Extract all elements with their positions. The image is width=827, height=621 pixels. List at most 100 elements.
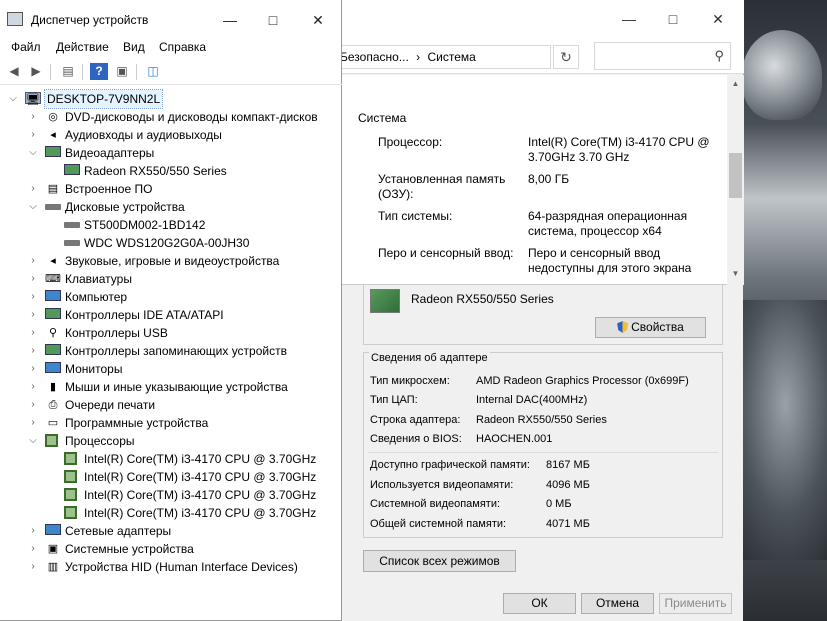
tree-item[interactable]: WDC WDS120G2G0A-00JH30 [0,234,342,252]
scrollbar-thumb[interactable] [729,153,742,198]
minimize-button[interactable]: — [214,8,246,32]
tree-item[interactable]: › ▤ Встроенное ПО [0,180,342,198]
tree-item[interactable]: › Сетевые адаптеры [0,522,342,540]
tree-item[interactable]: › Контроллеры запоминающих устройств [0,342,342,360]
expand-toggle-icon[interactable]: › [28,342,38,360]
tree-item[interactable]: › ▭ Программные устройства [0,414,342,432]
window-title: Диспетчер устройств [31,13,149,27]
group-title: Сведения об адаптере [369,352,490,364]
processor-icon [64,506,77,519]
tree-item-label: Сетевые адаптеры [65,524,172,538]
scrollbar[interactable]: ▲ ▼ [727,75,744,285]
scan-hardware-icon[interactable]: ◫ [144,63,162,80]
expand-toggle-icon[interactable]: › [28,360,38,378]
breadcrumb-system[interactable]: Система [428,50,476,64]
tree-item[interactable]: › ◎ DVD-дисководы и дисководы компакт-диск… [0,108,342,126]
close-button[interactable]: ✕ [302,8,334,32]
display-adapter-icon [64,164,80,175]
properties-button[interactable]: Свойства [595,317,706,338]
breadcrumb-separator: › [416,50,421,64]
scroll-up-icon[interactable]: ▲ [727,79,744,93]
tree-item-label: Дисковые устройства [65,200,185,214]
menu-help[interactable]: Справка [159,40,206,54]
expand-toggle-icon[interactable]: › [28,540,38,558]
collapse-toggle-icon[interactable]: ⌵ [28,144,38,162]
tree-item[interactable]: › ⚲ Контроллеры USB [0,324,342,342]
forward-icon[interactable]: ▶ [27,63,45,80]
tree-item[interactable]: › ▮ Мыши и иные указывающие устройства [0,378,342,396]
list-modes-button[interactable]: Список всех режимов [363,550,516,572]
expand-toggle-icon[interactable]: › [28,108,38,126]
expand-toggle-icon[interactable]: › [28,252,38,270]
breadcrumb-security[interactable]: Безопасно... [340,50,409,64]
tree-item[interactable]: Intel(R) Core(TM) i3-4170 CPU @ 3.70GHz [0,486,342,504]
tree-item[interactable]: Radeon RX550/550 Series [0,162,342,180]
expand-toggle-icon[interactable]: › [28,522,38,540]
tree-item[interactable]: ⌵ Процессоры [0,432,342,450]
update-driver-icon[interactable]: ▣ [113,63,131,80]
tree-item-label: Intel(R) Core(TM) i3-4170 CPU @ 3.70GHz [84,452,317,466]
tree-item[interactable]: Intel(R) Core(TM) i3-4170 CPU @ 3.70GHz [0,450,342,468]
processor-icon [64,452,77,465]
back-icon[interactable]: ◀ [5,63,23,80]
menu-view[interactable]: Вид [123,40,145,54]
tree-item[interactable]: › ▣ Системные устройства [0,540,342,558]
adapter-info-group: Сведения об адаптере Тип микросхем: AMD … [363,352,723,538]
collapse-toggle-icon[interactable]: ⌵ [28,198,38,216]
tree-item[interactable]: ⌵ Дисковые устройства [0,198,342,216]
expand-toggle-icon[interactable]: › [28,180,38,198]
tree-item[interactable]: › Контроллеры IDE ATA/ATAPI [0,306,342,324]
tree-item[interactable]: › ◂ Звуковые, игровые и видеоустройства [0,252,342,270]
system-properties-window: — □ ✕ Безопасно... › Система ↻ ⚲ Система… [330,0,744,621]
tree-item[interactable]: › ▥ Устройства HID (Human Interface Device… [0,558,342,576]
expand-toggle-icon[interactable]: › [28,270,38,288]
system-video-memory-value: 0 МБ [546,498,572,510]
close-button[interactable]: ✕ [703,8,733,30]
expand-toggle-icon[interactable]: › [28,126,38,144]
tree-item-label: Мыши и иные указывающие устройства [65,380,288,394]
properties-icon[interactable]: ▤ [59,63,77,80]
address-bar[interactable]: Безопасно... › Система [339,45,551,69]
help-icon[interactable]: ? [90,63,108,80]
expand-toggle-icon[interactable]: › [28,288,38,306]
scroll-down-icon[interactable]: ▼ [727,269,744,283]
menu-file[interactable]: Файл [11,40,41,54]
expand-toggle-icon[interactable]: › [28,414,38,432]
disk-drive-icon [45,204,61,210]
menu-action[interactable]: Действие [56,40,109,54]
tree-item[interactable]: › Мониторы [0,360,342,378]
tree-item[interactable]: ⌵ Видеоадаптеры [0,144,342,162]
apply-button[interactable]: Применить [659,593,732,614]
collapse-toggle-icon[interactable]: ⌵ [28,432,38,450]
keyboard-icon: ⌨ [45,273,61,285]
maximize-button[interactable]: □ [658,8,688,30]
tree-item-label: Intel(R) Core(TM) i3-4170 CPU @ 3.70GHz [84,470,317,484]
expand-toggle-icon[interactable]: › [28,396,38,414]
tree-item[interactable]: › Компьютер [0,288,342,306]
expand-toggle-icon[interactable]: › [28,324,38,342]
processor-icon [64,488,77,501]
hid-icon: ▥ [47,561,59,573]
tree-item[interactable]: Intel(R) Core(TM) i3-4170 CPU @ 3.70GHz [0,504,342,522]
available-memory-label: Доступно графической памяти: [370,459,530,471]
search-input[interactable]: ⚲ [594,42,731,70]
display-adapter-icon [45,146,61,157]
expand-toggle-icon[interactable]: › [28,306,38,324]
collapse-toggle-icon[interactable]: ⌵ [8,90,18,108]
maximize-button[interactable]: □ [257,8,289,32]
ok-button[interactable]: ОК [503,593,576,614]
refresh-icon[interactable]: ↻ [553,45,579,69]
tree-item[interactable]: › ⎙ Очереди печати [0,396,342,414]
tree-item-label: Контроллеры USB [65,326,168,340]
tree-item[interactable]: ⌵ 🖥 DESKTOP-7V9NN2L [0,89,342,109]
tree-item[interactable]: › ◂ Аудиовходы и аудиовыходы [0,126,342,144]
tree-item-label: Программные устройства [65,416,209,430]
minimize-button[interactable]: — [614,8,644,30]
expand-toggle-icon[interactable]: › [28,378,38,396]
tree-item[interactable]: ST500DM002-1BD142 [0,216,342,234]
tree-item[interactable]: Intel(R) Core(TM) i3-4170 CPU @ 3.70GHz [0,468,342,486]
expand-toggle-icon[interactable]: › [28,558,38,576]
cancel-button[interactable]: Отмена [581,593,654,614]
adapter-string-label: Строка адаптера: [370,414,461,426]
tree-item[interactable]: › ⌨ Клавиатуры [0,270,342,288]
